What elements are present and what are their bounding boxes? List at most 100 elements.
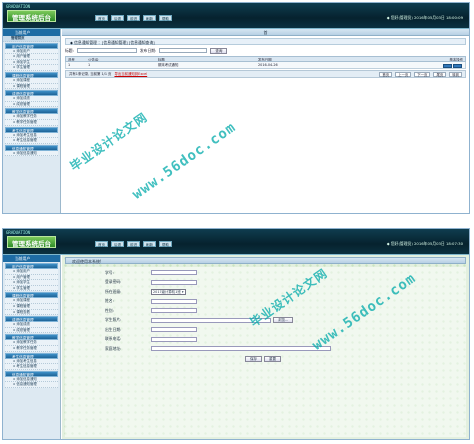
col-header: 基本操作 — [449, 58, 463, 61]
top-nav: 首页 后退 前进 刷新 帮助 — [95, 241, 172, 247]
last-page-button[interactable]: 尾页 — [433, 71, 447, 77]
sidebar-group: 教学信息管理 ▫ 添加教学任务 ▫ 教学任务管理 — [5, 334, 58, 352]
cell-index: 1 — [68, 63, 71, 67]
record-info: 共有1条记录, 当前第 1/1 页 — [69, 72, 112, 76]
sidebar: 当前用户 管理首页 用户信息管理 ▫ 添加用户 ▫ 用户管理 ▫ 添加学生 ▫ 学生管理… — [3, 29, 61, 213]
col-header: 选号 — [68, 58, 75, 61]
user-info: ◆ 您好(管理员) 2016年05月03日 18:07:30 — [386, 241, 463, 246]
nav-back-button[interactable]: 后退 — [111, 15, 124, 21]
title-search-input[interactable] — [76, 48, 137, 53]
top-nav: 首页 后退 前进 刷新 帮助 — [95, 15, 172, 21]
sidebar-item[interactable]: ▫ 考生信息管理 — [5, 364, 58, 370]
date-label: 发布日期: — [139, 47, 157, 53]
top-banner: GRADUATION 管理系统后台 首页 后退 前进 刷新 帮助 ◆ 您好(管理… — [3, 229, 469, 255]
top-banner: GRADUATION 管理系统后台 首页 后退 前进 刷新 帮助 ◆ 您好(管理… — [3, 3, 469, 29]
pager: 共有1条记录, 当前第 1/1 页 导出当前通知到Excel 首页 上一页 下一… — [65, 70, 466, 78]
goto-page-button[interactable]: 转到 — [449, 71, 462, 77]
sidebar-item[interactable]: ▫ 成绩管理 — [5, 327, 58, 334]
text-input[interactable] — [151, 279, 197, 285]
sidebar-group: 课程信息管理 ▫ 添加课程 ▫ 课程管理 ▫ 课程查看 — [5, 292, 58, 316]
search-bar: 标题: 发布日期: 查询 — [65, 46, 466, 55]
sidebar-group: 用户信息管理 ▫ 添加用户 ▫ 用户管理 ▫ 添加学生 ▫ 学生管理 — [5, 263, 58, 292]
save-button[interactable]: 保存 — [245, 356, 262, 362]
sidebar-item[interactable]: ▫ 课程查看 — [5, 309, 58, 316]
form-row: 姓名: — [105, 298, 197, 305]
text-input[interactable] — [151, 270, 197, 275]
sidebar-item[interactable]: ▫ 添加信息通知 — [5, 150, 58, 157]
sidebar-group: 信息通知管理 ▫ 添加信息通知 — [5, 144, 58, 157]
screenshot-add-student: GRADUATION 管理系统后台 首页 后退 前进 刷新 帮助 ◆ 您好(管理… — [2, 228, 470, 440]
form-row: 登录密码: — [105, 279, 197, 286]
nav-help-button[interactable]: 帮助 — [159, 241, 172, 247]
form-row: 出生日期: — [105, 326, 197, 333]
section-tab[interactable]: ◆ 信息通知管理 ：[信息通知管理] [信息通知查询] — [65, 38, 466, 45]
table-row[interactable]: 1 1 期末考试通知 2016-04-26 — [65, 62, 466, 69]
delete-button[interactable] — [453, 63, 462, 68]
brand-text: GRADUATION — [6, 230, 31, 235]
nav-refresh-button[interactable]: 刷新 — [143, 15, 156, 21]
sidebar-item[interactable]: ▫ 考生信息管理 — [5, 138, 58, 144]
field-label: 家庭地址: — [105, 345, 122, 351]
title-label: 标题: — [65, 47, 74, 53]
reset-button[interactable]: 重置 — [264, 356, 281, 362]
nav-home-button[interactable]: 首页 — [95, 15, 108, 21]
class-select[interactable]: 2017级计算机1班 ▾ — [151, 288, 186, 295]
prev-page-button[interactable]: 上一页 — [395, 71, 412, 77]
sidebar-home-link[interactable]: 管理首页 — [3, 36, 60, 42]
sidebar-group: 教学信息管理 ▫ 添加教学任务 ▫ 教学任务管理 — [5, 108, 58, 126]
export-excel-link[interactable]: 导出当前通知到Excel — [114, 70, 147, 78]
text-input[interactable] — [151, 346, 331, 351]
cell-date: 2016-04-26 — [258, 63, 278, 67]
nav-forward-button[interactable]: 前进 — [127, 15, 140, 21]
col-header: 发布日期 — [258, 58, 272, 61]
sidebar-item[interactable]: ▫ 课程管理 — [5, 83, 58, 90]
nav-home-button[interactable]: 首页 — [95, 241, 108, 247]
cell-title: 期末考试通知 — [158, 63, 179, 67]
browse-button[interactable]: 浏览... — [273, 317, 294, 323]
nav-refresh-button[interactable]: 刷新 — [143, 241, 156, 247]
form-row: 联系电话: — [105, 336, 197, 343]
sidebar-header: 当前用户 — [3, 29, 60, 36]
field-label: 出生日期: — [105, 326, 122, 332]
sidebar-item[interactable]: ▫ 信息通知管理 — [5, 382, 58, 388]
field-label: 所在班级: — [105, 288, 122, 294]
sidebar-item[interactable]: ▫ 教学任务管理 — [5, 119, 58, 126]
next-page-button[interactable]: 下一页 — [414, 71, 431, 77]
text-input[interactable] — [151, 308, 197, 313]
sidebar-group: 信息通知管理 ▫ 添加信息通知 ▫ 信息通知管理 — [5, 370, 58, 388]
nav-help-button[interactable]: 帮助 — [159, 15, 172, 21]
text-input[interactable] — [151, 298, 197, 304]
screenshot-notice-list: GRADUATION 管理系统后台 首页 后退 前进 刷新 帮助 ◆ 您好(管理… — [2, 2, 470, 214]
field-label: 性别: — [105, 307, 114, 313]
sidebar-group: 考生信息管理 ▫ 添加考生信息 ▫ 考生信息管理 — [5, 126, 58, 144]
user-info: ◆ 您好(管理员) 2016年05月03日 18:00:09 — [386, 15, 463, 20]
form-row: 学号: — [105, 269, 197, 276]
col-header: 公告ID — [88, 58, 99, 61]
sidebar-group: 成绩信息管理 ▫ 添加成绩 ▫ 成绩管理 — [5, 90, 58, 108]
sidebar-header: 当前用户 — [3, 255, 60, 262]
form-row: 家庭地址: — [105, 345, 331, 352]
text-input[interactable] — [151, 327, 197, 332]
form-buttons: 保存 重置 — [245, 356, 281, 363]
first-page-button[interactable]: 首页 — [379, 71, 393, 77]
nav-back-button[interactable]: 后退 — [111, 241, 124, 247]
cell-id: 1 — [88, 63, 91, 67]
sidebar-group: 成绩信息管理 ▫ 添加成绩 ▫ 成绩管理 — [5, 316, 58, 334]
sidebar: 当前用户 用户信息管理 ▫ 添加用户 ▫ 用户管理 ▫ 添加学生 ▫ 学生管理 课程信息管… — [3, 255, 61, 439]
sidebar-item[interactable]: ▫ 成绩管理 — [5, 101, 58, 108]
search-button[interactable]: 查询 — [210, 47, 228, 54]
col-header: 标题 — [158, 58, 165, 61]
cell-actions — [336, 62, 465, 68]
form-row: 所在班级: 2017级计算机1班 ▾ — [105, 288, 186, 295]
edit-button[interactable] — [442, 63, 452, 68]
date-search-input[interactable] — [159, 48, 208, 53]
welcome-banner: 欢迎使用本系统! — [65, 257, 466, 264]
sidebar-item[interactable]: ▫ 学生管理 — [5, 65, 58, 71]
text-input[interactable] — [151, 336, 197, 342]
nav-forward-button[interactable]: 前进 — [127, 241, 140, 247]
field-label: 学生照片: — [105, 317, 122, 322]
field-label: 姓名: — [105, 298, 114, 303]
sidebar-item[interactable]: ▫ 教学任务管理 — [5, 345, 58, 352]
sidebar-item[interactable]: ▫ 学生管理 — [5, 285, 58, 292]
app-title: 管理系统后台 — [7, 10, 56, 22]
